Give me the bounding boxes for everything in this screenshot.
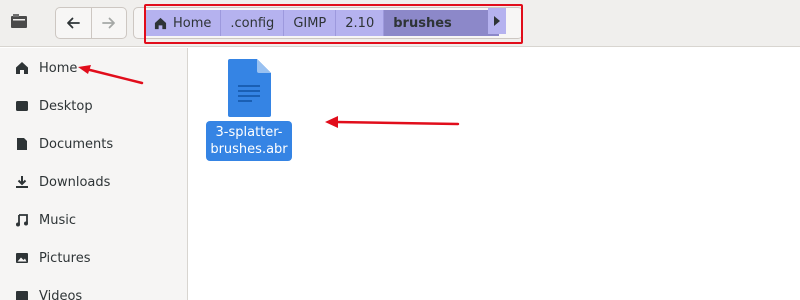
- sidebar-item-documents[interactable]: Documents: [0, 125, 188, 163]
- back-button[interactable]: [56, 8, 91, 38]
- navigation-buttons: [55, 7, 127, 39]
- forward-arrow-icon: [102, 17, 115, 29]
- file-name-line: 3-splatter-: [215, 125, 283, 140]
- breadcrumb: Home .config GIMP 2.10 brushes: [133, 7, 523, 39]
- sidebar-item-music[interactable]: Music: [0, 201, 188, 239]
- sidebar-item-label: Desktop: [39, 98, 93, 114]
- chevron-right-icon: [494, 16, 500, 26]
- back-arrow-icon: [67, 17, 81, 29]
- sidebar: Home Desktop Documents Downloads Music P…: [0, 48, 188, 300]
- breadcrumb-home[interactable]: Home: [145, 10, 222, 36]
- document-file-icon: [226, 58, 272, 118]
- home-icon: [154, 17, 167, 29]
- breadcrumb-overflow-button[interactable]: [488, 8, 506, 34]
- sidebar-item-downloads[interactable]: Downloads: [0, 163, 188, 201]
- video-icon: [15, 289, 29, 300]
- breadcrumb-config[interactable]: .config: [221, 10, 285, 36]
- sidebar-item-label: Pictures: [39, 250, 91, 266]
- document-icon: [15, 137, 29, 151]
- breadcrumb-version[interactable]: 2.10: [336, 10, 385, 36]
- sidebar-item-label: Videos: [39, 288, 83, 300]
- sidebar-item-videos[interactable]: Videos: [0, 277, 188, 300]
- sidebar-item-label: Music: [39, 212, 76, 228]
- picture-icon: [15, 251, 29, 265]
- sidebar-toggle-icon[interactable]: [10, 12, 32, 32]
- forward-button[interactable]: [90, 8, 126, 38]
- breadcrumb-label: brushes: [393, 15, 452, 31]
- breadcrumb-label: Home: [173, 15, 212, 31]
- sidebar-item-home[interactable]: Home: [0, 49, 188, 87]
- file-name-label: 3-splatter- brushes.abr: [206, 121, 292, 161]
- download-icon: [15, 175, 29, 189]
- file-view: 3-splatter- brushes.abr: [189, 48, 800, 300]
- sidebar-item-pictures[interactable]: Pictures: [0, 239, 188, 277]
- sidebar-item-label: Home: [39, 60, 78, 76]
- breadcrumb-gimp[interactable]: GIMP: [284, 10, 337, 36]
- file-name-line: brushes.abr: [210, 142, 288, 157]
- breadcrumb-path: Home .config GIMP 2.10 brushes: [145, 10, 499, 36]
- music-note-icon: [15, 213, 29, 227]
- sidebar-item-label: Downloads: [39, 174, 111, 190]
- header-bar: Home .config GIMP 2.10 brushes: [0, 0, 800, 47]
- desktop-icon: [15, 99, 29, 113]
- breadcrumb-brushes[interactable]: brushes: [384, 10, 499, 36]
- breadcrumb-label: GIMP: [293, 15, 327, 31]
- breadcrumb-label: 2.10: [345, 15, 375, 31]
- breadcrumb-label: .config: [230, 15, 275, 31]
- sidebar-item-label: Documents: [39, 136, 114, 152]
- sidebar-item-desktop[interactable]: Desktop: [0, 87, 188, 125]
- home-icon: [15, 61, 29, 75]
